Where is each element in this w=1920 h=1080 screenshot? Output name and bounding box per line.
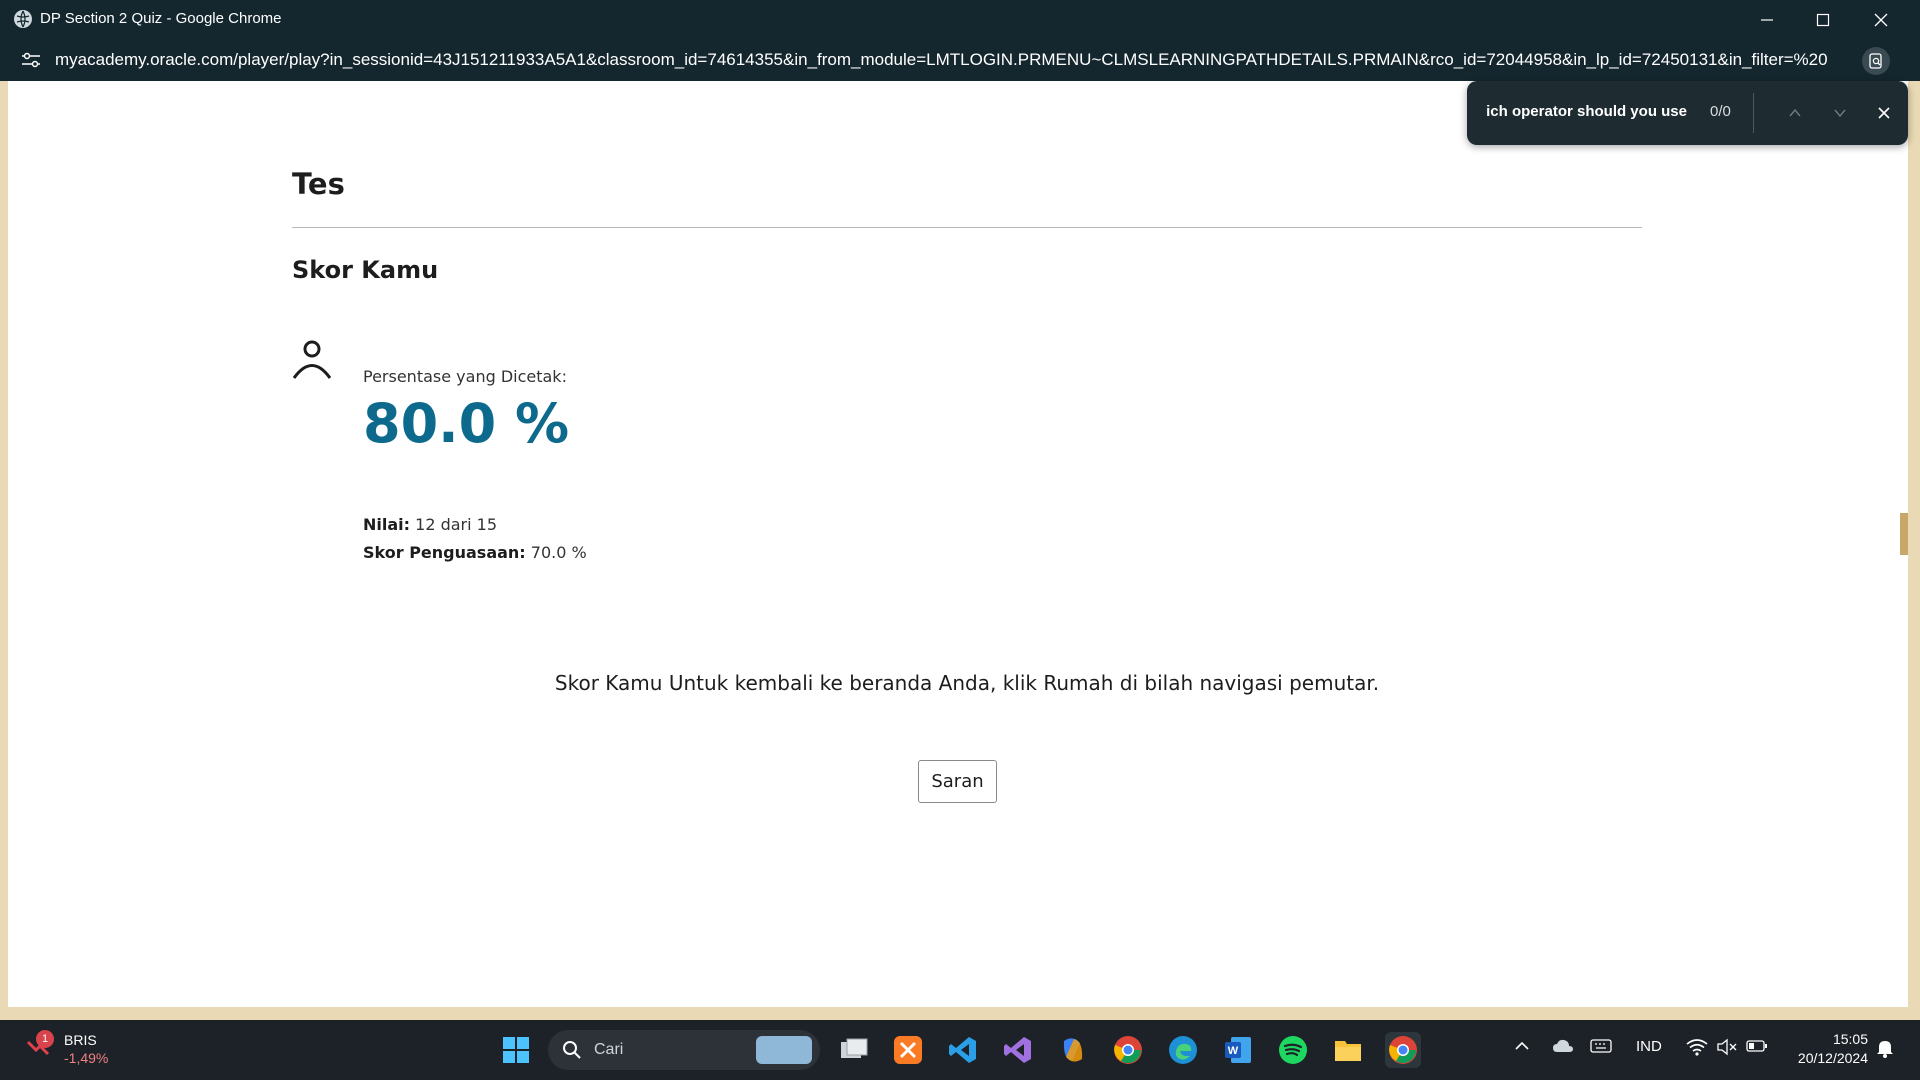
language-indicator[interactable]: IND [1636,1038,1662,1055]
stock-change: -1,49% [64,1050,109,1066]
search-placeholder: Cari [594,1041,624,1058]
svg-text:W: W [1228,1045,1239,1057]
site-settings-icon[interactable] [20,50,42,70]
clock-date: 20/12/2024 [1797,1050,1868,1066]
page-title: Tes [292,167,345,201]
volume-muted-icon[interactable] [1716,1038,1738,1060]
grade-label: Nilai: [363,515,411,534]
mastery-label: Skor Penguasaan: [363,543,526,562]
system-clock[interactable]: 15:05 20/12/2024 [1798,1030,1868,1068]
return-home-message: Skor Kamu Untuk kembali ke beranda Anda,… [554,671,1380,695]
url-field[interactable]: myacademy.oracle.com/player/play?in_sess… [55,50,1835,70]
divider [292,227,1642,228]
grade-value: 12 dari 15 [415,515,498,534]
close-icon [1874,13,1888,26]
keyboard-icon[interactable] [1590,1038,1612,1058]
find-next-button[interactable] [1824,97,1856,129]
clock-time: 15:05 [1832,1031,1868,1047]
user-icon [292,339,334,381]
find-previous-button[interactable] [1779,97,1811,129]
edge-icon[interactable] [1165,1032,1201,1068]
percentage-label: Persentase yang Dicetak: [363,367,567,386]
feedback-button[interactable]: Saran [918,760,997,803]
chevron-down-icon [1834,109,1846,118]
mastery-value: 70.0 % [530,543,587,562]
bell-icon[interactable] [1876,1038,1894,1062]
search-highlight-image [756,1036,812,1064]
close-window-button[interactable] [1852,0,1910,39]
maximize-button[interactable] [1794,0,1852,39]
mastery-line: Skor Penguasaan: 70.0 % [363,543,587,562]
search-icon [563,1041,581,1059]
page-viewport: Tes Skor Kamu Persentase yang Dicetak: 8… [8,81,1908,1007]
find-separator [1753,93,1754,133]
task-view-icon[interactable] [836,1032,872,1068]
vertical-scrollbar-thumb[interactable] [1900,513,1908,555]
window-title: DP Section 2 Quiz - Google Chrome [40,10,282,27]
xampp-icon[interactable] [890,1032,926,1068]
score-heading: Skor Kamu [292,256,439,284]
page-search-icon[interactable] [1862,47,1890,75]
find-query-input[interactable]: Which operator should you use? [1487,103,1687,120]
minimize-button[interactable] [1738,0,1796,39]
browser-titlebar: DP Section 2 Quiz - Google Chrome [0,0,1920,39]
battery-icon[interactable] [1746,1038,1768,1058]
chrome-icon[interactable] [1110,1032,1146,1068]
globe-icon [14,10,32,28]
close-icon [1878,107,1890,119]
taskbar: 1 BRIS -1,49% Cari W IND 15:05 20/12/202… [0,1020,1920,1080]
chrome-active-icon[interactable] [1385,1032,1421,1068]
chevron-up-icon[interactable] [1514,1038,1530,1058]
address-bar: myacademy.oracle.com/player/play?in_sess… [0,39,1920,81]
percentage-value: 80.0 % [363,392,570,455]
copilot-icon[interactable] [1055,1032,1091,1068]
find-match-count: 0/0 [1710,103,1731,120]
visual-studio-icon[interactable] [1000,1032,1036,1068]
windows-start-icon[interactable] [498,1032,534,1068]
wifi-icon[interactable] [1686,1038,1708,1060]
grade-line: Nilai: 12 dari 15 [363,515,497,534]
maximize-icon [1816,13,1830,26]
taskbar-search[interactable]: Cari [548,1030,820,1070]
notification-badge: 1 [36,1030,54,1048]
minimize-icon [1761,18,1773,21]
find-close-button[interactable] [1868,97,1900,129]
find-in-page-bar: Which operator should you use? 0/0 [1467,81,1908,145]
chevron-up-icon [1789,108,1801,117]
stock-name: BRIS [64,1032,97,1048]
onedrive-icon[interactable] [1552,1038,1574,1058]
vscode-icon[interactable] [945,1032,981,1068]
spotify-icon[interactable] [1275,1032,1311,1068]
word-icon[interactable]: W [1220,1032,1256,1068]
file-explorer-icon[interactable] [1330,1032,1366,1068]
